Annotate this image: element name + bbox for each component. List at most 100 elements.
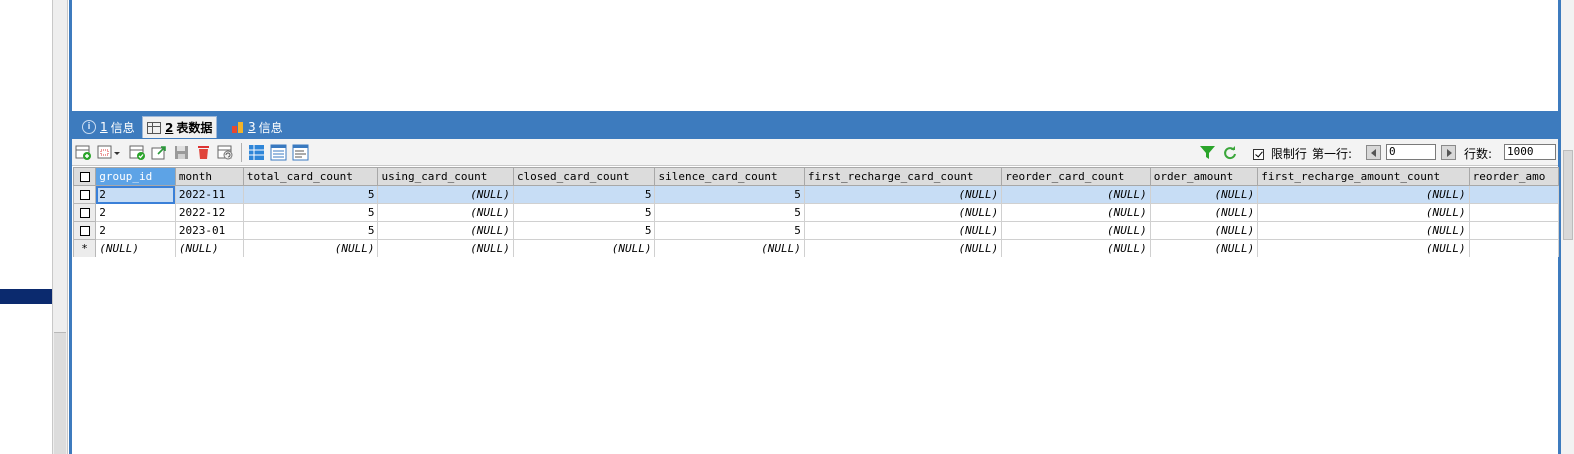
row-checkbox[interactable] (79, 208, 90, 218)
new-row-cell-silence-card-count[interactable]: (NULL) (654, 239, 805, 257)
new-row-cell-month[interactable]: (NULL) (174, 239, 244, 257)
row-select-cell[interactable] (73, 185, 97, 204)
table-cell-silence-card-count[interactable]: 5 (654, 203, 805, 222)
text-view-button[interactable] (292, 144, 309, 161)
delete-button[interactable] (195, 144, 212, 161)
grid-view-button[interactable] (248, 144, 265, 161)
table-cell-reorder-card-count[interactable]: (NULL) (1001, 185, 1151, 204)
new-row-cell-order-amount[interactable]: (NULL) (1149, 239, 1259, 257)
new-row-cell-first-recharge-card-count[interactable]: (NULL) (803, 239, 1003, 257)
first-row-input[interactable]: 0 (1386, 144, 1436, 160)
row-select-cell[interactable] (73, 203, 97, 222)
save-button[interactable] (173, 144, 190, 161)
new-row-cell-total-card-count[interactable]: (NULL) (242, 239, 379, 257)
save-row-button[interactable] (129, 144, 146, 161)
new-row-cell-reorder-amo[interactable] (1468, 239, 1559, 257)
table-cell-reorder-amo[interactable] (1468, 185, 1559, 204)
column-header-order-amount[interactable]: order_amount (1149, 167, 1259, 186)
filter-button[interactable] (1199, 144, 1216, 161)
table-cell-month[interactable]: 2022-11 (174, 185, 244, 204)
table-cell-first-recharge-amount-count[interactable]: (NULL) (1257, 185, 1470, 204)
table-cell-silence-card-count[interactable]: 5 (654, 221, 805, 240)
column-header-month[interactable]: month (174, 167, 244, 186)
splitter-scroll-thumb[interactable] (54, 332, 66, 454)
left-panel-selection[interactable] (0, 289, 52, 304)
limit-rows-checkbox[interactable] (1253, 149, 1264, 160)
info-icon: i (82, 120, 96, 134)
table-cell-group-id[interactable]: 2 (95, 203, 176, 222)
new-row-cell-using-card-count[interactable]: (NULL) (377, 239, 514, 257)
table-row[interactable]: 2 2022-11 5 (NULL) 5 5 (NULL) (NULL) (NULL) (NULL… (73, 185, 1559, 204)
column-header-first-recharge-card-count[interactable]: first_recharge_card_count (803, 167, 1003, 186)
new-row[interactable]: * (NULL) (NULL) (NULL) (NULL) (NULL) (NULL) (NU… (73, 239, 1559, 257)
vertical-splitter[interactable] (52, 0, 68, 454)
right-scrollbar[interactable] (1561, 0, 1574, 454)
table-cell-first-recharge-card-count[interactable]: (NULL) (803, 203, 1003, 222)
select-all-checkbox[interactable] (79, 172, 90, 182)
table-cell-month[interactable]: 2022-12 (174, 203, 244, 222)
table-cell-reorder-card-count[interactable]: (NULL) (1001, 203, 1151, 222)
column-header-using-card-count[interactable]: using_card_count (377, 167, 514, 186)
table-cell-total-card-count[interactable]: 5 (242, 221, 379, 240)
form-view-button[interactable] (270, 144, 287, 161)
export-button[interactable] (151, 144, 168, 161)
export-icon (151, 146, 166, 160)
new-row-cell-first-recharge-amount-count[interactable]: (NULL) (1257, 239, 1470, 257)
table-cell-order-amount[interactable]: (NULL) (1149, 221, 1259, 240)
table-cell-order-amount[interactable]: (NULL) (1149, 203, 1259, 222)
table-cell-reorder-amo[interactable] (1468, 221, 1559, 240)
table-cell-silence-card-count[interactable]: 5 (654, 185, 805, 204)
data-grid: group_id month total_card_count using_card_… (73, 167, 1559, 257)
table-cell-closed-card-count[interactable]: 5 (512, 221, 656, 240)
row-count-input[interactable]: 1000 (1504, 144, 1556, 160)
table-cell-first-recharge-amount-count[interactable]: (NULL) (1257, 203, 1470, 222)
table-cell-reorder-card-count[interactable]: (NULL) (1001, 221, 1151, 240)
table-cell-using-card-count[interactable]: (NULL) (377, 185, 514, 204)
column-header-first-recharge-amount-count[interactable]: first_recharge_amount_count (1257, 167, 1470, 186)
column-header-total-card-count[interactable]: total_card_count (242, 167, 379, 186)
grid-view-icon (249, 145, 264, 160)
table-cell-reorder-amo[interactable] (1468, 203, 1559, 222)
insert-row-button[interactable] (75, 144, 92, 161)
table-cell-first-recharge-card-count[interactable]: (NULL) (803, 221, 1003, 240)
limit-rows-label: 限制行 (1270, 147, 1307, 161)
column-header-reorder-card-count[interactable]: reorder_card_count (1001, 167, 1151, 186)
column-header-group-id[interactable]: group_id (95, 167, 176, 186)
table-cell-total-card-count[interactable]: 5 (242, 203, 379, 222)
insert-row-icon (75, 145, 91, 160)
table-cell-total-card-count[interactable]: 5 (242, 185, 379, 204)
next-page-button[interactable] (1441, 145, 1456, 160)
column-header-closed-card-count[interactable]: closed_card_count (512, 167, 656, 186)
duplicate-row-dropdown[interactable] (97, 144, 121, 161)
refresh-grid-button[interactable] (217, 144, 234, 161)
new-row-cell-group-id[interactable]: (NULL) (95, 239, 176, 257)
refresh-button[interactable] (1221, 144, 1238, 161)
table-cell-closed-card-count[interactable]: 5 (512, 203, 656, 222)
table-cell-month[interactable]: 2023-01 (174, 221, 244, 240)
tab-info-3[interactable]: 3 信息 (228, 116, 287, 138)
table-row[interactable]: 2 2023-01 5 (NULL) 5 5 (NULL) (NULL) (NULL) (NULL… (73, 221, 1559, 240)
table-cell-order-amount[interactable]: (NULL) (1149, 185, 1259, 204)
table-cell-using-card-count[interactable]: (NULL) (377, 203, 514, 222)
table-cell-using-card-count[interactable]: (NULL) (377, 221, 514, 240)
column-header-reorder-amo[interactable]: reorder_amo (1468, 167, 1559, 186)
right-scroll-thumb[interactable] (1563, 150, 1573, 240)
row-count-label: 行数: (1464, 147, 1493, 161)
column-header-silence-card-count[interactable]: silence_card_count (654, 167, 805, 186)
table-cell-first-recharge-amount-count[interactable]: (NULL) (1257, 221, 1470, 240)
table-cell-group-id[interactable]: 2 (95, 185, 176, 204)
new-row-cell-closed-card-count[interactable]: (NULL) (512, 239, 656, 257)
previous-page-button[interactable] (1366, 145, 1381, 160)
tab-info-1[interactable]: i 1 信息 (78, 116, 139, 138)
new-row-cell-reorder-card-count[interactable]: (NULL) (1001, 239, 1151, 257)
select-all-cell[interactable] (73, 167, 97, 186)
table-row[interactable]: 2 2022-12 5 (NULL) 5 5 (NULL) (NULL) (NULL) (NULL… (73, 203, 1559, 222)
table-cell-group-id[interactable]: 2 (95, 221, 176, 240)
row-checkbox[interactable] (79, 226, 90, 236)
table-cell-closed-card-count[interactable]: 5 (512, 185, 656, 204)
table-cell-first-recharge-card-count[interactable]: (NULL) (803, 185, 1003, 204)
row-select-cell[interactable] (73, 221, 97, 240)
tab-table-data[interactable]: 2 表数据 (142, 116, 218, 138)
limit-rows-option[interactable]: 限制行 (1253, 145, 1307, 162)
row-checkbox[interactable] (79, 190, 90, 200)
